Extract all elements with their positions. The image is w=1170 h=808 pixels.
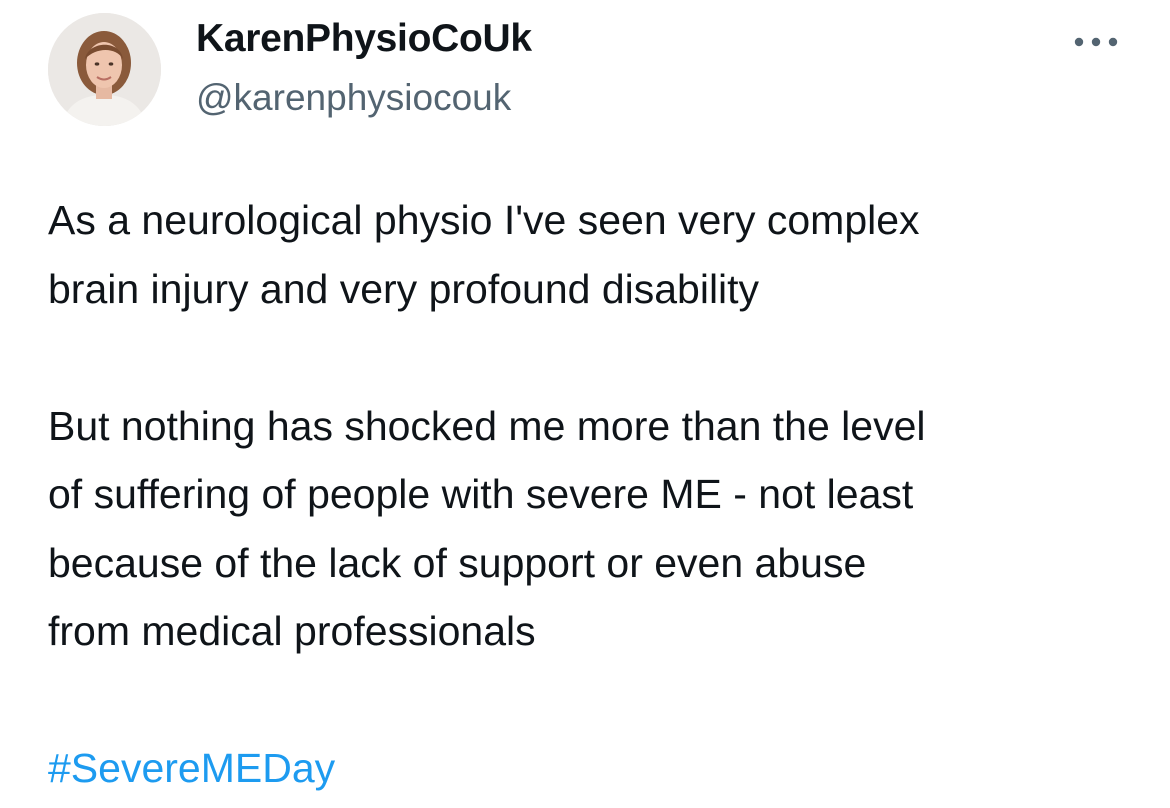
user-handle[interactable]: @karenphysiocouk	[196, 77, 511, 119]
tweet-text: As a neurological physio I've seen very …	[48, 186, 1138, 803]
avatar[interactable]	[48, 13, 161, 126]
more-options-button[interactable]	[1068, 22, 1124, 62]
tweet-paragraph: As a neurological physio I've seen very …	[48, 197, 920, 312]
more-horizontal-icon	[1074, 37, 1118, 47]
display-name[interactable]: KarenPhysioCoUk	[196, 17, 532, 61]
avatar-photo	[48, 13, 161, 126]
hashtag-link[interactable]: #SevereMEDay	[48, 745, 335, 791]
tweet-paragraph: But nothing has shocked me more than the…	[48, 402, 926, 655]
tweet: KarenPhysioCoUk @karenphysiocouk As a ne…	[0, 0, 1170, 808]
